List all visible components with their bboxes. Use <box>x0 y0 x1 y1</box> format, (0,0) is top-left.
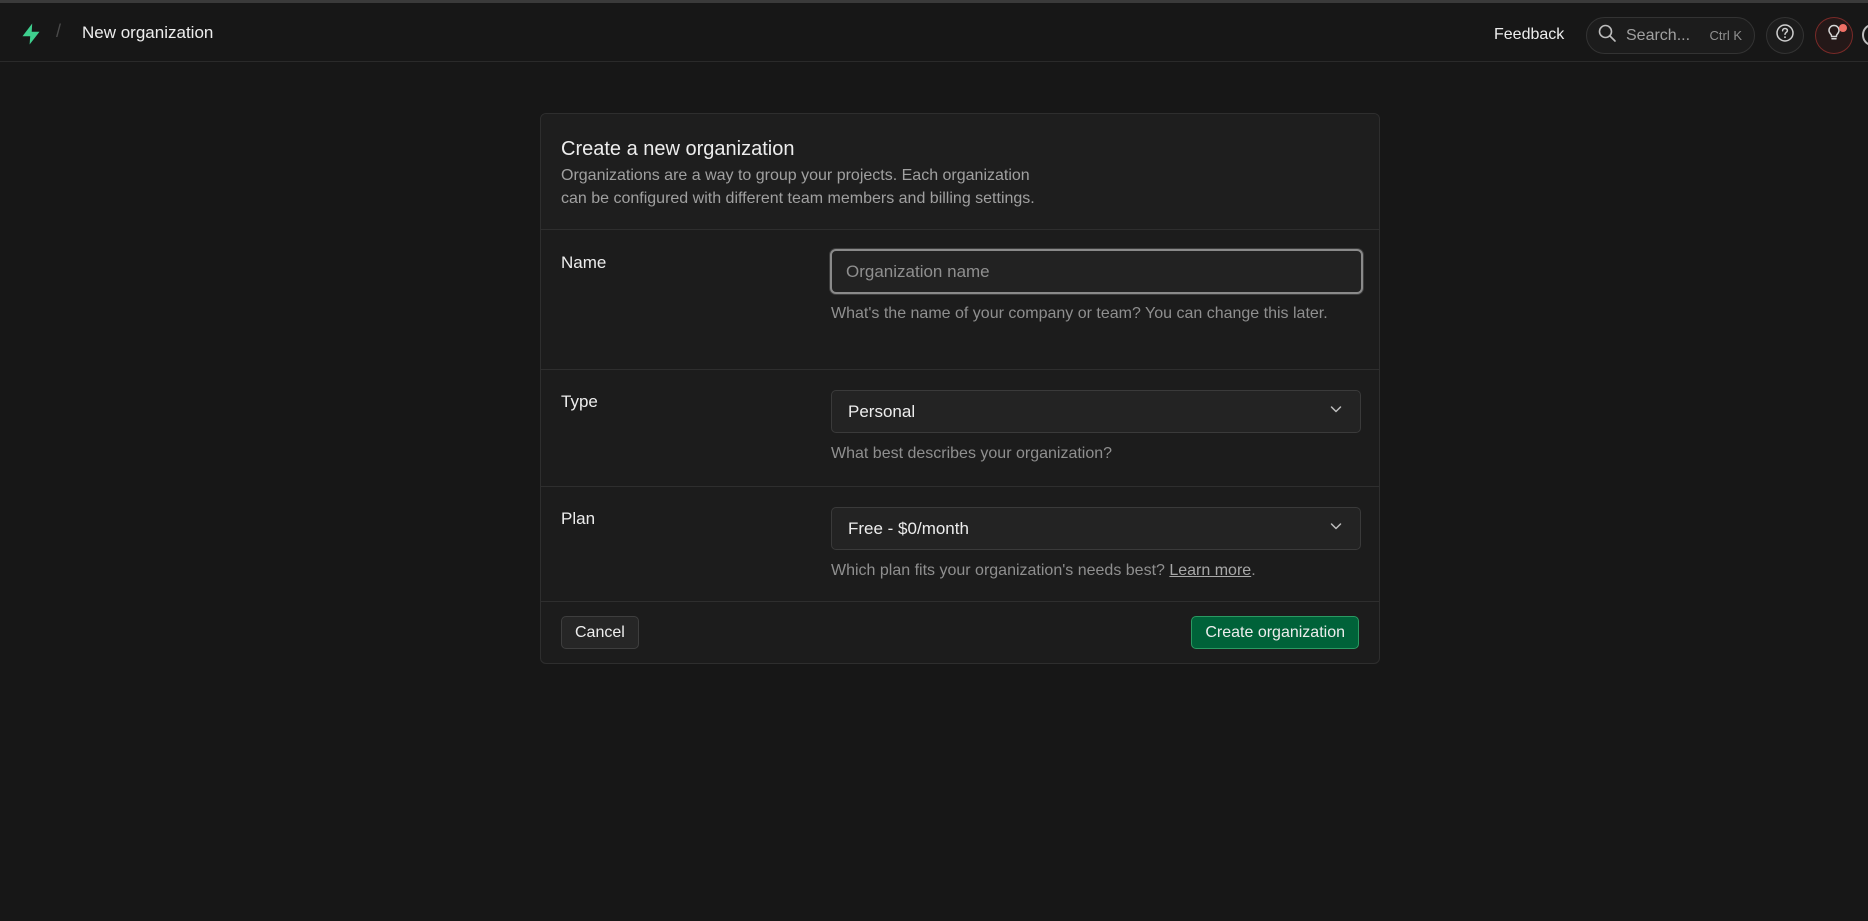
name-help-text: What's the name of your company or team?… <box>831 305 1328 322</box>
card-header: Create a new organization Organizations … <box>541 114 1379 230</box>
plan-select[interactable]: Free - $0/month <box>831 507 1361 550</box>
card-description-line-2: can be configured with different team me… <box>561 190 1035 207</box>
create-organization-button[interactable]: Create organization <box>1191 616 1359 649</box>
name-row: Name What's the name of your company or … <box>541 230 1379 370</box>
cancel-button[interactable]: Cancel <box>561 616 639 649</box>
card-description: Organizations are a way to group your pr… <box>561 164 1091 210</box>
create-organization-card: Create a new organization Organizations … <box>540 113 1380 664</box>
chevron-down-icon <box>1328 401 1344 422</box>
plan-help-prefix: Which plan fits your organization's need… <box>831 562 1165 579</box>
search-icon <box>1597 23 1617 48</box>
card-footer: Cancel Create organization <box>541 602 1379 663</box>
type-help-text: What best describes your organization? <box>831 445 1113 462</box>
plan-label: Plan <box>561 509 596 528</box>
type-row: Type Personal What best describes your o… <box>541 370 1379 487</box>
notification-dot <box>1839 24 1847 32</box>
help-button[interactable] <box>1766 17 1804 54</box>
help-circle-icon <box>1775 23 1795 48</box>
whats-new-button[interactable] <box>1815 17 1853 54</box>
top-navbar: / New organization Feedback Search... Ct… <box>0 3 1868 62</box>
avatar[interactable] <box>1862 24 1868 46</box>
supabase-logo-icon[interactable] <box>19 22 43 46</box>
card-title: Create a new organization <box>561 138 795 160</box>
card-description-line-1: Organizations are a way to group your pr… <box>561 167 1030 184</box>
feedback-button[interactable]: Feedback <box>1480 20 1578 50</box>
plan-help-text: Which plan fits your organization's need… <box>831 559 1363 582</box>
breadcrumb-page-title: New organization <box>82 23 214 42</box>
name-label: Name <box>561 253 607 272</box>
type-label: Type <box>561 392 598 411</box>
plan-row: Plan Free - $0/month Which plan fits you… <box>541 487 1379 602</box>
search-button[interactable]: Search... Ctrl K <box>1586 17 1755 54</box>
chevron-down-icon <box>1328 518 1344 539</box>
search-label: Search... <box>1626 26 1691 44</box>
type-selected-value: Personal <box>848 401 916 421</box>
organization-name-input[interactable] <box>830 249 1363 294</box>
search-shortcut: Ctrl K <box>1709 28 1743 43</box>
organization-type-select[interactable]: Personal <box>831 390 1361 433</box>
breadcrumb-separator: / <box>56 21 62 41</box>
plan-help-suffix: . <box>1251 562 1256 579</box>
plan-selected-value: Free - $0/month <box>848 518 969 538</box>
learn-more-link[interactable]: Learn more <box>1169 562 1251 579</box>
